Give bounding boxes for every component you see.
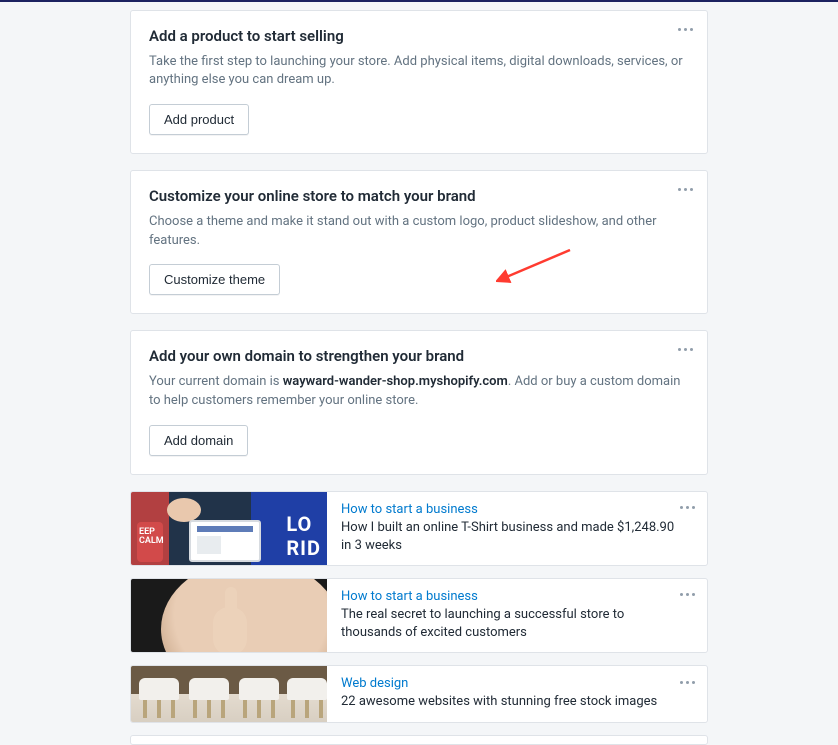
card-title: Add a product to start selling (149, 27, 689, 47)
article-card: How to start a business The real secret … (130, 578, 708, 653)
more-icon[interactable] (677, 587, 697, 603)
more-icon[interactable] (675, 341, 695, 357)
desc-pre: Your current domain is (149, 374, 283, 389)
article-headline: How I built an online T-Shirt business a… (341, 519, 679, 555)
article-thumbnail: LO RID (131, 492, 327, 565)
thumb-text: LO RID (286, 512, 321, 560)
card-title: Add your own domain to strengthen your b… (149, 347, 689, 367)
current-domain: wayward-wander-shop.myshopify.com (283, 374, 508, 389)
more-icon[interactable] (675, 181, 695, 197)
more-icon[interactable] (677, 674, 697, 690)
main-content: Add a product to start selling Take the … (130, 0, 708, 745)
task-card-add-product: Add a product to start selling Take the … (130, 10, 708, 154)
card-description: Choose a theme and make it stand out wit… (149, 213, 689, 251)
add-product-button[interactable]: Add product (149, 104, 249, 135)
customize-theme-button[interactable]: Customize theme (149, 264, 280, 295)
article-category-link[interactable]: How to start a business (341, 502, 679, 517)
task-card-customize-theme: Customize your online store to match you… (130, 170, 708, 314)
article-headline: 22 awesome websites with stunning free s… (341, 693, 679, 711)
card-title: Customize your online store to match you… (149, 187, 689, 207)
window-top-strip (0, 0, 838, 2)
add-domain-button[interactable]: Add domain (149, 425, 248, 456)
card-description: Your current domain is wayward-wander-sh… (149, 373, 689, 411)
article-thumbnail (131, 666, 327, 722)
card-description: Take the first step to launching your st… (149, 53, 689, 91)
article-category-link[interactable]: How to start a business (341, 589, 679, 604)
article-card: Web design 22 awesome websites with stun… (130, 665, 708, 723)
article-card: LO RID How to start a business How I bui… (130, 491, 708, 566)
article-headline: The real secret to launching a successfu… (341, 606, 679, 642)
partial-next-card (130, 735, 708, 745)
more-icon[interactable] (675, 21, 695, 37)
article-category-link[interactable]: Web design (341, 676, 679, 691)
article-thumbnail (131, 579, 327, 652)
more-icon[interactable] (677, 500, 697, 516)
task-card-add-domain: Add your own domain to strengthen your b… (130, 330, 708, 474)
